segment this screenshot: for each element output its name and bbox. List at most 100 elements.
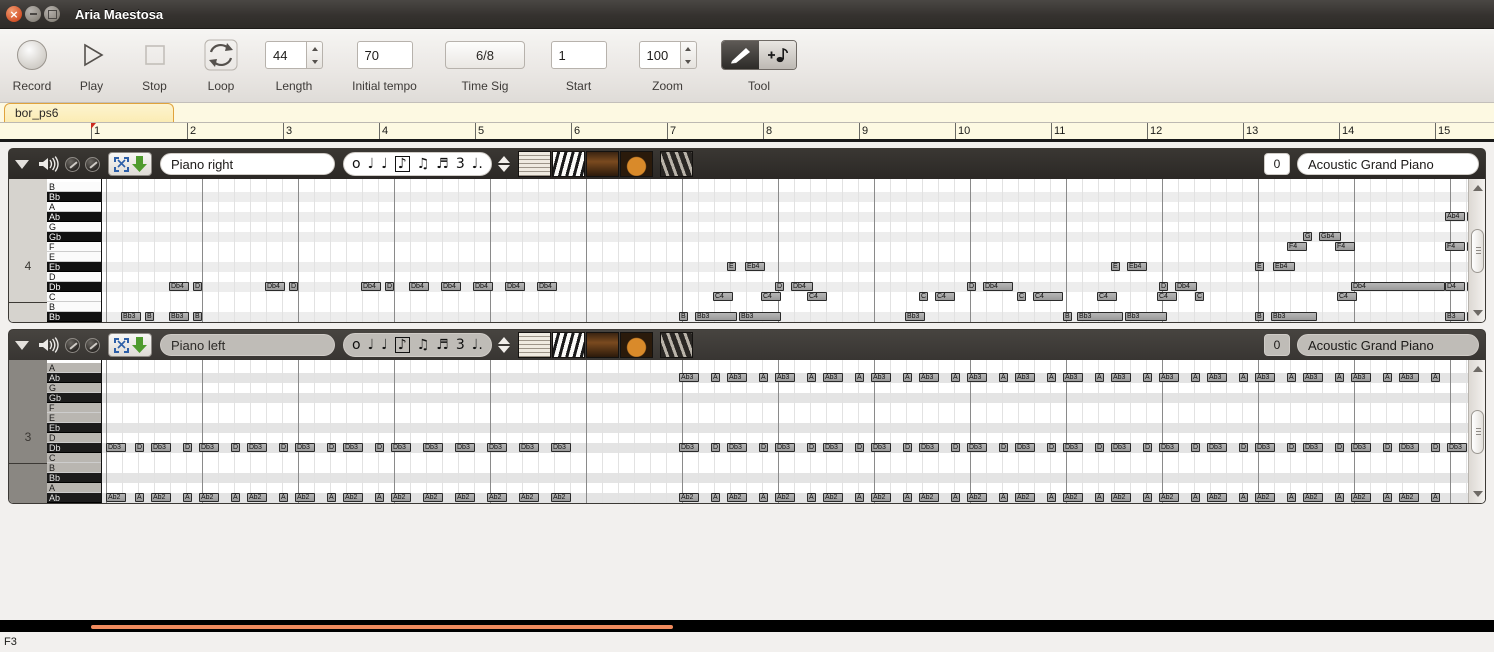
guitar-view-button[interactable] [585, 332, 619, 358]
controller-view-button[interactable] [659, 151, 693, 177]
note-block[interactable]: Db3 [1207, 443, 1227, 452]
note-block[interactable]: Ab2 [823, 493, 843, 502]
note-block[interactable]: C4 [1337, 292, 1357, 301]
piano-key[interactable]: G [47, 222, 101, 232]
piano-roll[interactable]: 3AAbGGbFEEbDDbCBBbAAbGDb3DDb3DDb3DDb3DDb… [9, 360, 1485, 503]
note-block[interactable]: Ab2 [391, 493, 411, 502]
note-block[interactable]: Ab2 [1063, 493, 1083, 502]
note-block[interactable]: Db3 [551, 443, 571, 452]
note-grid[interactable]: Db3 D Db3 D Db3 D Db3 D Db3 D Db3 D Db3 Db3 Db3 Db3 Db3 D… [102, 360, 1468, 503]
zoom-input[interactable]: 100 [638, 41, 681, 69]
note-block[interactable]: A [807, 493, 816, 502]
note-block[interactable]: Ab2 [343, 493, 363, 502]
note-block[interactable]: D [855, 443, 864, 452]
zoom-spin-up[interactable] [681, 42, 696, 55]
horizontal-scrollbar-track[interactable] [0, 620, 1494, 632]
note-block[interactable]: Ab2 [247, 493, 267, 502]
note-block[interactable]: D [807, 443, 816, 452]
track-name-input[interactable]: Piano left [160, 334, 335, 356]
note-block[interactable]: Db3 [106, 443, 126, 452]
note-block[interactable]: A [183, 493, 192, 502]
piano-key[interactable]: Bb [47, 473, 101, 483]
note-block[interactable]: A [1047, 373, 1056, 382]
note-block[interactable]: Ab2 [1111, 493, 1131, 502]
note-block[interactable]: C4 [1157, 292, 1177, 301]
note-block[interactable]: B [1063, 312, 1072, 321]
note-block[interactable]: Ab2 [727, 493, 747, 502]
note-block[interactable]: A [1143, 373, 1152, 382]
score-view-button[interactable] [517, 151, 551, 177]
length-spin-buttons[interactable] [307, 41, 323, 69]
note-block[interactable]: D [289, 282, 298, 291]
note-block[interactable]: A [1383, 373, 1392, 382]
note-block[interactable]: D [1287, 443, 1296, 452]
note-duration-selector[interactable]: o ♩ ♩ ♪ ♫ ♬ 3 ♩. [343, 152, 492, 176]
note-block[interactable]: D [1431, 443, 1440, 452]
note-block[interactable]: D [1047, 443, 1056, 452]
note-duration-selector[interactable]: o ♩ ♩ ♪ ♫ ♬ 3 ♩. [343, 333, 492, 357]
dotted-note-icon[interactable]: ♩. [472, 157, 483, 171]
note-block[interactable]: Ab3 [1399, 373, 1419, 382]
dotted-note-icon[interactable]: ♩. [472, 338, 483, 352]
piano-key[interactable]: Bb [47, 192, 101, 202]
note-grid[interactable]: Bb3 B Db4 Bb3 D B Db4 D Db4 D Db4 Db4 Db4 Db4 Db4 B Bb3 E… [102, 179, 1468, 322]
piano-key[interactable]: E [47, 252, 101, 262]
length-spin-down[interactable] [307, 55, 322, 68]
piano-key[interactable]: F [47, 242, 101, 252]
length-spin-up[interactable] [307, 42, 322, 55]
note-block[interactable]: C4 [935, 292, 955, 301]
note-block[interactable]: A [999, 493, 1008, 502]
note-block[interactable]: F4 [1335, 242, 1355, 251]
note-block[interactable]: Db3 [487, 443, 507, 452]
zoom-spin-down[interactable] [681, 55, 696, 68]
eighth-note-icon[interactable]: ♪ [394, 337, 410, 353]
note-block[interactable]: A [903, 373, 912, 382]
note-block[interactable]: Ab2 [871, 493, 891, 502]
note-block[interactable]: Db3 [199, 443, 219, 452]
note-block[interactable]: A [807, 373, 816, 382]
note-block[interactable]: Db4 [791, 282, 813, 291]
note-block[interactable]: Ab3 [1159, 373, 1179, 382]
half-note-icon[interactable]: ♩ [368, 157, 375, 171]
pencil-tool-button[interactable] [722, 41, 759, 69]
triplet-icon[interactable]: 3 [456, 157, 465, 171]
quarter-note-icon[interactable]: ♩ [381, 157, 388, 171]
note-block[interactable]: Ab3 [919, 373, 939, 382]
vertical-scrollbar-thumb[interactable] [1471, 229, 1484, 273]
tool-selector[interactable] [721, 40, 797, 70]
piano-key[interactable]: Bb [47, 312, 101, 322]
note-block[interactable]: A [1287, 493, 1296, 502]
note-block[interactable]: Bb3 [1271, 312, 1317, 321]
note-block[interactable]: Db3 [1111, 443, 1131, 452]
note-block[interactable]: B [1255, 312, 1264, 321]
note-block[interactable]: Ab3 [1015, 373, 1035, 382]
note-block[interactable]: D [903, 443, 912, 452]
note-block[interactable]: Ab2 [1351, 493, 1371, 502]
piano-key[interactable]: B [47, 182, 101, 192]
piano-key[interactable]: B [47, 302, 101, 312]
note-block[interactable]: Db3 [1063, 443, 1083, 452]
note-block[interactable]: Ab2 [1303, 493, 1323, 502]
note-block[interactable]: Ab2 [455, 493, 475, 502]
note-block[interactable]: Db4 [505, 282, 525, 291]
instrument-selector[interactable]: Acoustic Grand Piano [1297, 153, 1479, 175]
note-block[interactable]: Ab3 [775, 373, 795, 382]
note-block[interactable]: C4 [1033, 292, 1063, 301]
note-block[interactable]: C4 [761, 292, 781, 301]
speaker-icon[interactable] [37, 155, 59, 173]
thirty-second-note-icon[interactable]: ♬ [436, 157, 449, 171]
note-block[interactable]: Ab3 [823, 373, 843, 382]
note-block[interactable]: B [679, 312, 688, 321]
note-block[interactable]: Db3 [1159, 443, 1179, 452]
note-block[interactable]: D [1335, 443, 1344, 452]
piano-key[interactable]: Db [47, 282, 101, 292]
scroll-down-arrow[interactable] [1473, 310, 1483, 316]
note-block[interactable]: A [1431, 373, 1440, 382]
zoom-spin-buttons[interactable] [680, 41, 697, 69]
note-block[interactable]: A [1239, 493, 1248, 502]
note-block[interactable]: Ab2 [519, 493, 539, 502]
note-block[interactable]: Ab4 [1445, 212, 1465, 221]
note-block[interactable]: Db4 [1175, 282, 1197, 291]
note-block[interactable]: Db4 [265, 282, 285, 291]
score-view-button[interactable] [517, 332, 551, 358]
